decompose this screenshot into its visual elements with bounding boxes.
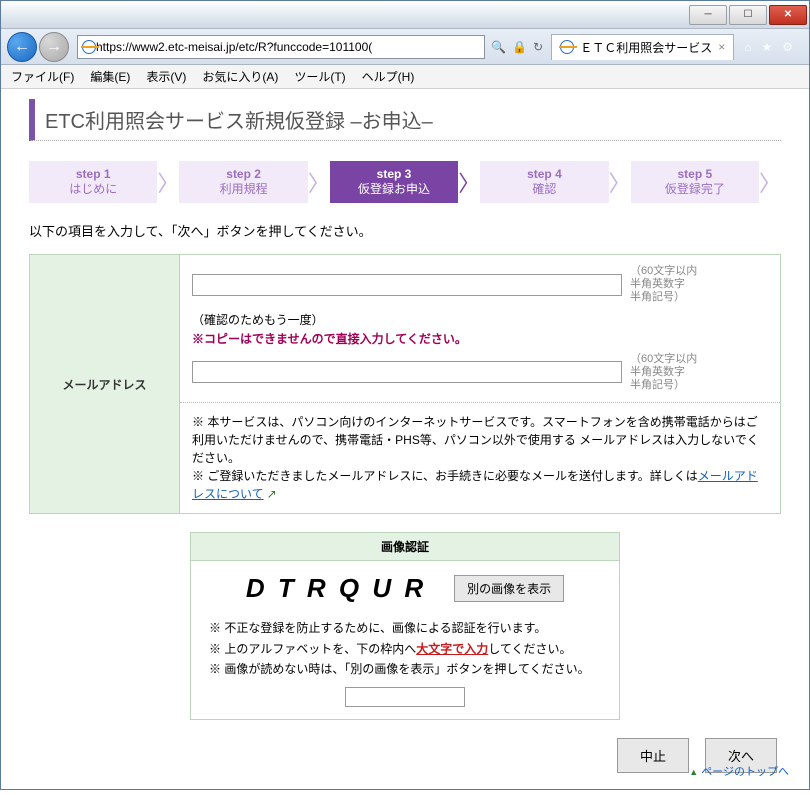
back-button[interactable]: ←	[7, 32, 37, 62]
menu-tools[interactable]: ツール(T)	[290, 66, 349, 87]
browser-window: ─ ☐ ✕ ← → https://www2.etc-meisai.jp/etc…	[0, 0, 810, 790]
menu-edit[interactable]: 編集(E)	[86, 66, 134, 87]
email-notes: ※ 本サービスは、パソコン向けのインターネットサービスです。スマートフォンを含め…	[192, 413, 768, 503]
tab-title: ＥＴＣ利用照会サービス	[580, 39, 712, 56]
step-1: step 1 はじめに	[29, 161, 157, 203]
ie-icon	[560, 40, 574, 54]
external-link-icon: ↗	[267, 487, 277, 501]
copy-warning: ※コピーはできませんので直接入力してください。	[192, 330, 768, 347]
menu-view[interactable]: 表示(V)	[142, 66, 190, 87]
search-icon[interactable]: 🔍	[491, 40, 506, 54]
forward-button[interactable]: →	[39, 32, 69, 62]
step-label: 仮登録完了	[665, 182, 725, 196]
chevron-right-icon: 〉	[759, 161, 781, 203]
step-num: step 3	[330, 167, 458, 182]
address-bar: ← → https://www2.etc-meisai.jp/etc/R?fun…	[1, 29, 809, 65]
captcha-input[interactable]	[345, 687, 465, 707]
email-confirm-label: （確認のためもう一度）	[192, 311, 768, 328]
captcha-image-text: D T R Q U R	[246, 573, 426, 604]
step-label: 利用規程	[220, 182, 268, 196]
chevron-right-icon: 〉	[157, 161, 179, 203]
command-icons: ⌂ ★ ⚙	[734, 40, 803, 54]
close-tab-icon[interactable]: ×	[718, 40, 725, 54]
step-4: step 4 確認	[480, 161, 608, 203]
page-content[interactable]: ETC利用照会サービス新規仮登録 –お申込– step 1 はじめに 〉 ste…	[1, 89, 809, 789]
refresh-captcha-button[interactable]: 別の画像を表示	[454, 575, 564, 602]
menu-favorites[interactable]: お気に入り(A)	[198, 66, 282, 87]
page-title: ETC利用照会サービス新規仮登録 –お申込–	[29, 99, 781, 141]
email-row-label: メールアドレス	[30, 255, 180, 514]
email-hint: （60文字以内 半角英数字 半角記号）	[630, 265, 697, 305]
menu-bar: ファイル(F) 編集(E) 表示(V) お気に入り(A) ツール(T) ヘルプ(…	[1, 65, 809, 89]
step-indicator: step 1 はじめに 〉 step 2 利用規程 〉 step 3 仮登録お申…	[29, 161, 781, 203]
url-field[interactable]: https://www2.etc-meisai.jp/etc/R?funccod…	[77, 35, 485, 59]
lock-icon: 🔒	[512, 40, 527, 54]
action-buttons: 中止 次へ	[29, 738, 777, 773]
captcha-section: 画像認証 D T R Q U R 別の画像を表示 ※ 不正な登録を防止するために…	[190, 532, 620, 720]
email-form: メールアドレス （60文字以内 半角英数字 半角記号） （確認のためもう一度） …	[29, 254, 781, 514]
tab-strip: ＥＴＣ利用照会サービス ×	[551, 34, 734, 60]
chevron-right-icon: 〉	[308, 161, 330, 203]
ie-icon	[82, 40, 96, 54]
note-1: ※ 本サービスは、パソコン向けのインターネットサービスです。スマートフォンを含め…	[192, 413, 768, 467]
step-num: step 1	[29, 167, 157, 182]
step-3: step 3 仮登録お申込	[330, 161, 458, 203]
step-label: 仮登録お申込	[358, 182, 430, 196]
uppercase-warning-link[interactable]: 大文字で入力	[416, 642, 488, 656]
chevron-right-icon: 〉	[458, 161, 480, 203]
maximize-button[interactable]: ☐	[729, 5, 767, 25]
captcha-note-3: ※ 画像が読めない時は、「別の画像を表示」ボタンを押してください。	[209, 659, 601, 679]
address-icons: 🔍 🔒 ↻	[491, 40, 543, 54]
favorites-icon[interactable]: ★	[761, 40, 772, 54]
step-2: step 2 利用規程	[179, 161, 307, 203]
minimize-button[interactable]: ─	[689, 5, 727, 25]
step-num: step 4	[480, 167, 608, 182]
title-bar: ─ ☐ ✕	[1, 1, 809, 29]
cancel-button[interactable]: 中止	[617, 738, 689, 773]
captcha-note-2: ※ 上のアルファベットを、下の枠内へ大文字で入力してください。	[209, 639, 601, 659]
instruction-text: 以下の項目を入力して、「次へ」ボタンを押してください。	[29, 221, 781, 240]
home-icon[interactable]: ⌂	[744, 40, 751, 54]
refresh-icon[interactable]: ↻	[533, 40, 543, 54]
close-window-button[interactable]: ✕	[769, 5, 807, 25]
page-top-link[interactable]: ページのトップへ	[689, 763, 789, 779]
step-label: 確認	[532, 182, 556, 196]
email-confirm-hint: （60文字以内 半角英数字 半角記号）	[630, 353, 697, 393]
captcha-heading: 画像認証	[191, 533, 619, 561]
menu-help[interactable]: ヘルプ(H)	[358, 66, 419, 87]
chevron-right-icon: 〉	[609, 161, 631, 203]
menu-file[interactable]: ファイル(F)	[7, 66, 78, 87]
step-num: step 2	[179, 167, 307, 182]
step-num: step 5	[631, 167, 759, 182]
divider	[180, 402, 780, 403]
settings-icon[interactable]: ⚙	[782, 40, 793, 54]
note-2: ※ ご登録いただきましたメールアドレスに、お手続きに必要なメールを送付します。詳…	[192, 467, 768, 503]
browser-tab[interactable]: ＥＴＣ利用照会サービス ×	[551, 34, 734, 60]
step-5: step 5 仮登録完了	[631, 161, 759, 203]
step-label: はじめに	[69, 182, 117, 196]
captcha-note-1: ※ 不正な登録を防止するために、画像による認証を行います。	[209, 618, 601, 638]
email-input[interactable]	[192, 274, 622, 296]
url-text: https://www2.etc-meisai.jp/etc/R?funccod…	[96, 40, 372, 54]
captcha-notes: ※ 不正な登録を防止するために、画像による認証を行います。 ※ 上のアルファベッ…	[209, 618, 601, 679]
email-confirm-input[interactable]	[192, 361, 622, 383]
